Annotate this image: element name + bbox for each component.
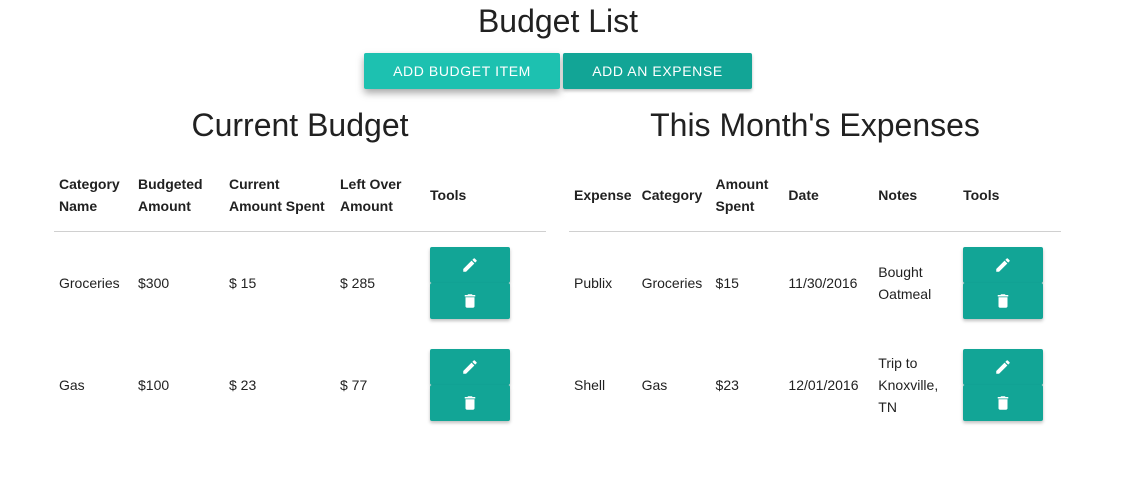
- cell-spent: $ 23: [229, 377, 257, 393]
- header-tools: Tools: [958, 158, 1061, 232]
- cell-tools: [958, 334, 1061, 436]
- add-budget-item-button[interactable]: ADD BUDGET ITEM: [364, 53, 560, 89]
- cell-date: 11/30/2016: [788, 275, 858, 291]
- pencil-icon: [463, 258, 477, 272]
- table-row: Gas $100 $ 23 $ 77: [54, 334, 546, 436]
- edit-button[interactable]: [430, 349, 510, 385]
- header-current-amount-spent: Current Amount Spent: [224, 158, 335, 232]
- cell-tools: [425, 232, 546, 335]
- expenses-title: This Month's Expenses: [650, 107, 980, 143]
- header-notes: Notes: [873, 158, 959, 232]
- header-category-name: Category Name: [54, 158, 133, 232]
- delete-button[interactable]: [430, 385, 510, 421]
- current-budget-title: Current Budget: [191, 107, 409, 143]
- header-budgeted-amount: Budgeted Amount: [133, 158, 224, 232]
- cell-budgeted: $100: [138, 377, 170, 393]
- edit-button[interactable]: [430, 247, 510, 283]
- header-left-over-amount: Left Over Amount: [335, 158, 425, 232]
- expenses-table: Expense Category Amount Spent Date Notes …: [569, 158, 1061, 436]
- cell-tools: [958, 232, 1061, 335]
- cell-expense: Shell: [574, 377, 606, 393]
- cell-amount: $15: [715, 275, 739, 291]
- cell-notes: Bought Oatmeal: [878, 264, 932, 302]
- edit-button[interactable]: [963, 349, 1044, 385]
- pencil-icon: [996, 360, 1010, 374]
- cell-tools: [425, 334, 546, 436]
- budget-table: Category Name Budgeted Amount Current Amoun…: [54, 158, 546, 436]
- cell-date: 12/01/2016: [788, 377, 859, 393]
- table-row: Groceries $300 $ 15 $ 285: [54, 232, 546, 335]
- pencil-icon: [996, 258, 1010, 272]
- trash-icon: [464, 396, 476, 410]
- cell-category: Groceries: [59, 275, 120, 291]
- page-title: Budget List: [477, 3, 639, 39]
- cell-left-over: $ 285: [340, 275, 376, 291]
- delete-button[interactable]: [963, 385, 1044, 421]
- cell-left-over: $ 77: [340, 377, 368, 393]
- delete-button[interactable]: [430, 283, 510, 319]
- header-amount-spent: Amount Spent: [710, 158, 784, 232]
- budget-header-row: Category Name Budgeted Amount Current Amoun…: [54, 158, 546, 232]
- edit-button[interactable]: [963, 247, 1044, 283]
- header-category: Category: [636, 158, 711, 232]
- cell-budgeted: $300: [138, 275, 170, 291]
- header-expense: Expense: [569, 158, 637, 232]
- trash-icon: [464, 294, 476, 308]
- cell-spent: $ 15: [229, 275, 257, 291]
- table-row: Shell Gas $23 12/01/2016 Trip to Knoxvill…: [569, 334, 1061, 436]
- delete-button[interactable]: [963, 283, 1044, 319]
- header-tools: Tools: [425, 158, 546, 232]
- cell-category: Gas: [641, 377, 668, 393]
- expenses-header-row: Expense Category Amount Spent Date Notes …: [569, 158, 1061, 232]
- add-expense-button[interactable]: ADD AN EXPENSE: [563, 53, 752, 89]
- trash-icon: [997, 396, 1009, 410]
- table-row: Publix Groceries $15 11/30/2016 Bought Oa…: [569, 232, 1061, 335]
- header-date: Date: [783, 158, 874, 232]
- pencil-icon: [463, 360, 477, 374]
- cell-category: Gas: [59, 377, 85, 393]
- cell-expense: Publix: [574, 275, 613, 291]
- cell-notes: Trip to Knoxville, TN: [878, 355, 939, 415]
- cell-amount: $23: [715, 377, 739, 393]
- cell-category: Groceries: [641, 275, 703, 291]
- trash-icon: [997, 294, 1009, 308]
